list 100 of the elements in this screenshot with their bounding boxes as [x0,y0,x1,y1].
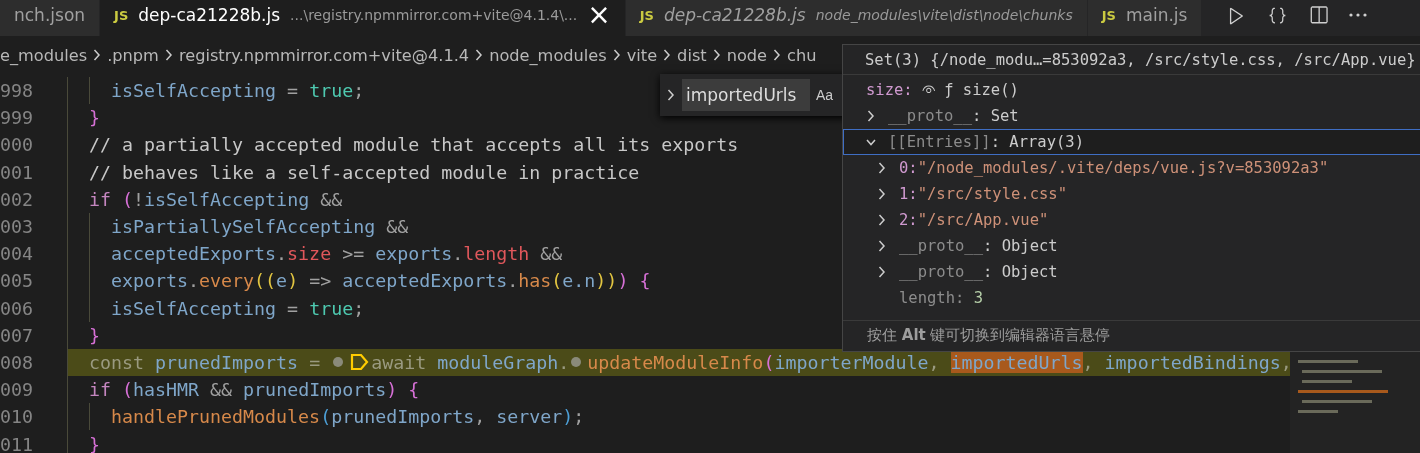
breadcrumb-item[interactable]: node [726,45,768,65]
code-token: ( [121,188,134,210]
code-token: isSelfAccepting [144,188,310,210]
chevron-right-icon[interactable] [666,89,676,101]
chevron-right-icon [662,49,673,61]
code-token: = [308,351,322,373]
breadcrumb-item[interactable]: e_modules [0,45,88,65]
debug-position-icon [349,352,370,373]
tab-description: ...\registry.npmmirror.com+vite@4.1.4\... [290,7,578,23]
chevron-right-icon [163,49,174,61]
tree-item[interactable]: 1:"/src/style.css" [843,181,1420,207]
tab-label: nch.json [14,5,86,25]
more-button[interactable] [1349,13,1368,17]
code-token: . [452,243,464,265]
line-number: 009 [0,379,35,401]
tab-description: node_modules\vite\dist\node\chunks [815,7,1073,23]
chevron-right-icon [474,49,485,61]
code-token: , [1082,351,1095,373]
tab-label: dep-ca21228b.js [663,5,806,25]
breadcrumb-item[interactable]: .pnpm [107,45,159,65]
tree-item[interactable]: __proto__: Object [843,233,1420,259]
breadcrumb-item[interactable]: vite [626,45,658,65]
code-token: ( [763,351,775,373]
code-token: hasHMR [133,379,200,401]
search-match: importedUrls [950,351,1083,373]
js-file-icon: JS [1101,7,1116,23]
tree-item[interactable]: 0:"/node_modules/.vite/deps/vue.js?v=853092a3" [843,155,1420,181]
code-token: ; [573,406,585,428]
code-comment: // a partially accepted module that accepts all its exports [89,134,739,156]
code-token: if [89,379,111,401]
tree-item[interactable]: __proto__: Object [843,259,1420,285]
code-token: && [539,243,563,265]
line-number: 999 [0,107,35,129]
breadcrumb-item[interactable]: node_modules [489,45,607,65]
find-input[interactable]: importedUrls [682,79,810,111]
code-token: = [286,80,300,102]
code-token: isPartiallySelfAccepting [111,216,376,238]
code-token: handlePrunedModules [111,406,321,428]
code-token: prunedImports [243,379,387,401]
chevron-right-icon [877,240,887,252]
code-token: ) { [386,379,420,401]
inline-breakpoint-icon[interactable] [333,357,344,368]
code-token: => [308,270,333,292]
line-number: 004 [0,243,35,265]
js-file-icon: JS [639,7,654,23]
code-token: every [199,270,255,292]
tree-item[interactable]: 2:"/src/App.vue" [843,207,1420,233]
line-number: 998 [0,80,35,102]
code-token: importerModule [774,351,929,373]
chevron-right-icon [877,162,887,174]
close-button[interactable]: × [587,1,611,29]
editor-tab[interactable]: nch.json [0,0,101,36]
line-number: 005 [0,270,35,292]
code-token: = [286,297,300,319]
js-file-icon: JS [114,7,129,23]
line-number: 010 [0,406,35,428]
code-token: isSelfAccepting [111,297,277,319]
code-token: ) { [617,270,651,292]
breadcrumb-item[interactable]: dist [677,45,707,65]
code-token: isSelfAccepting [111,80,277,102]
code-token: ( [320,406,332,428]
code-token: ; [353,80,365,102]
tree-item[interactable]: size: ƒ size() [843,77,1420,103]
code-token: true [309,80,354,102]
code-token: updateModuleInfo [587,351,764,373]
code-token: true [309,297,354,319]
code-token: >= [341,243,366,265]
tab-label: main.js [1125,5,1188,25]
code-token: if [89,188,111,210]
code-token: , [928,351,941,373]
code-token: e.n [562,270,596,292]
tree-item[interactable]: __proto__: Set [843,103,1420,129]
chevron-right-icon [877,266,887,278]
tree-item[interactable]: length: 3 [843,285,1420,311]
code-token: exports [111,270,189,292]
editor-tab[interactable]: JS dep-ca21228b.js node_modules\vite\dist\node\chunks [625,0,1088,36]
code-token: } [89,433,100,453]
split-editor-button[interactable] [1308,4,1330,26]
hover-header: Set(3) {/node_modu…=853092a3, /src/style.css, /src/App.vue} [843,45,1420,75]
breadcrumb-item[interactable]: registry.npmmirror.com+vite@4.1.4 [178,45,470,65]
chevron-right-icon [772,49,783,61]
code-token: ( [121,379,134,401]
code-token: , [474,406,487,428]
code-comment: // behaves like a self-accepted module in practice [89,161,640,183]
code-token: size [287,243,332,265]
chevron-down-icon [866,138,876,146]
line-number: 006 [0,297,35,319]
match-case-toggle[interactable]: Aa [816,87,834,103]
code-token: const [89,351,145,373]
code-token: ) [562,406,574,428]
editor-tab[interactable]: JS main.js [1087,0,1203,36]
breadcrumb-item[interactable]: chu [787,45,817,65]
tree-item[interactable]: [[Entries]]: Array(3) [843,129,1420,155]
line-number: 001 [0,161,35,183]
code-token: ( [551,270,563,292]
inline-breakpoint-icon[interactable] [571,357,582,368]
code-token: } [89,107,100,129]
editor-tab[interactable]: JS dep-ca21228b.js ...\registry.npmmirror.com+vite@4.1.4\... × [100,0,626,36]
code-token: await [371,351,427,373]
code-token: exports [375,243,453,265]
